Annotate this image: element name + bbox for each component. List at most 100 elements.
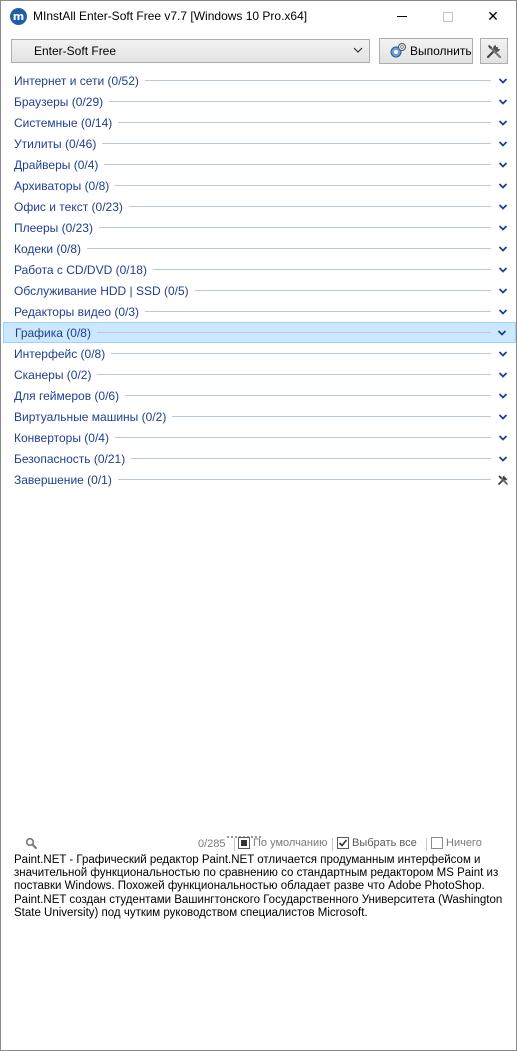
minimize-icon — [397, 16, 407, 17]
chevron-down-icon[interactable] — [497, 432, 509, 444]
category-row[interactable]: Браузеры (0/29) — [3, 91, 516, 112]
status-bar: 0/285 По умолчанию Выбрать все Ничего — [1, 834, 516, 854]
maximize-button[interactable] — [425, 1, 471, 32]
category-divider — [115, 185, 491, 186]
chevron-down-icon[interactable] — [497, 117, 509, 129]
category-divider — [145, 311, 491, 312]
category-row[interactable]: Конверторы (0/4) — [3, 427, 516, 448]
chevron-down-icon[interactable] — [497, 138, 509, 150]
profile-select-value: Enter-Soft Free — [34, 44, 117, 58]
chevron-down-icon[interactable] — [497, 285, 509, 297]
default-option[interactable]: По умолчанию — [238, 837, 327, 849]
default-label: По умолчанию — [253, 837, 328, 849]
category-label: Работа с CD/DVD (0/18) — [14, 262, 147, 277]
chevron-down-icon[interactable] — [497, 180, 509, 192]
chevron-down-icon[interactable] — [497, 369, 509, 381]
app-logo-icon[interactable]: m — [10, 8, 27, 25]
category-divider — [128, 206, 491, 207]
category-divider — [109, 101, 491, 102]
select-all-option[interactable]: Выбрать все — [337, 837, 417, 849]
chevron-down-icon[interactable] — [497, 201, 509, 213]
run-button[interactable]: Выполнить — [379, 38, 473, 64]
category-label: Системные (0/14) — [14, 115, 113, 130]
chevron-down-icon[interactable] — [497, 453, 509, 465]
category-label: Безопасность (0/21) — [14, 451, 126, 466]
category-label: Интернет и сети (0/52) — [14, 73, 139, 88]
category-row[interactable]: Интерфейс (0/8) — [3, 343, 516, 364]
select-all-label: Выбрать все — [352, 837, 417, 849]
close-icon: ✕ — [487, 8, 499, 24]
category-label: Конверторы (0/4) — [14, 430, 109, 445]
separator — [426, 838, 427, 851]
none-checkbox[interactable] — [431, 837, 443, 849]
category-row[interactable]: Утилиты (0/46) — [3, 133, 516, 154]
chevron-down-icon[interactable] — [497, 264, 509, 276]
none-label: Ничего — [446, 837, 482, 849]
search-icon[interactable] — [25, 837, 37, 849]
tools-button[interactable] — [480, 38, 508, 64]
select-all-checkbox[interactable] — [337, 837, 349, 849]
category-row[interactable]: Системные (0/14) — [3, 112, 516, 133]
default-checkbox[interactable] — [238, 837, 250, 849]
title-bar[interactable]: m MInstAll Enter-Soft Free v7.7 [Windows… — [1, 1, 516, 32]
category-row-selected[interactable]: Графика (0/8) — [3, 322, 516, 343]
category-label: Редакторы видео (0/3) — [14, 304, 140, 319]
category-row[interactable]: Плееры (0/23) — [3, 217, 516, 238]
category-label: Виртуальные машины (0/2) — [14, 409, 167, 424]
category-label: Сканеры (0/2) — [14, 367, 92, 382]
category-row[interactable]: Редакторы видео (0/3) — [3, 301, 516, 322]
category-row[interactable]: Обслуживание HDD | SSD (0/5) — [3, 280, 516, 301]
profile-select[interactable]: Enter-Soft Free — [11, 39, 370, 63]
chevron-down-icon[interactable] — [497, 348, 509, 360]
category-label: Браузеры (0/29) — [14, 94, 104, 109]
category-row[interactable]: Интернет и сети (0/52) — [3, 70, 516, 91]
chevron-down-icon[interactable] — [497, 243, 509, 255]
none-option[interactable]: Ничего — [431, 837, 482, 849]
category-row[interactable]: Завершение (0/1) — [3, 469, 516, 490]
chevron-down-icon[interactable] — [497, 222, 509, 234]
category-label: Кодеки (0/8) — [14, 241, 82, 256]
category-divider — [194, 290, 491, 291]
category-row[interactable]: Офис и текст (0/23) — [3, 196, 516, 217]
main-window: m MInstAll Enter-Soft Free v7.7 [Windows… — [0, 0, 517, 1051]
category-label: Утилиты (0/46) — [14, 136, 97, 151]
category-label: Архиваторы (0/8) — [14, 178, 110, 193]
category-divider — [104, 164, 491, 165]
category-row[interactable]: Виртуальные машины (0/2) — [3, 406, 516, 427]
category-row[interactable]: Сканеры (0/2) — [3, 364, 516, 385]
description-text: Paint.NET - Графический редактор Paint.N… — [14, 854, 503, 919]
close-button[interactable]: ✕ — [470, 1, 516, 32]
chevron-down-icon[interactable] — [497, 411, 509, 423]
category-divider — [125, 395, 491, 396]
chevron-down-icon[interactable] — [496, 327, 508, 339]
category-label: Для геймеров (0/6) — [14, 388, 120, 403]
category-row[interactable]: Работа с CD/DVD (0/18) — [3, 259, 516, 280]
chevron-down-icon[interactable] — [497, 96, 509, 108]
category-divider — [97, 374, 491, 375]
tools-icon — [486, 45, 502, 59]
check-icon — [338, 839, 348, 847]
window-title: MInstAll Enter-Soft Free v7.7 [Windows 1… — [33, 9, 308, 23]
selected-count: 0/285 — [198, 838, 226, 850]
separator — [332, 838, 333, 851]
chevron-down-icon[interactable] — [497, 306, 509, 318]
tools-icon[interactable] — [497, 474, 509, 486]
category-divider — [172, 416, 491, 417]
category-row[interactable]: Для геймеров (0/6) — [3, 385, 516, 406]
run-button-label: Выполнить — [410, 44, 472, 58]
minimize-button[interactable] — [379, 1, 425, 32]
chevron-down-icon — [353, 47, 363, 53]
category-divider — [152, 269, 491, 270]
category-divider — [117, 479, 491, 480]
chevron-down-icon[interactable] — [497, 75, 509, 87]
category-divider — [98, 227, 491, 228]
chevron-down-icon[interactable] — [497, 390, 509, 402]
category-list: Интернет и сети (0/52) Браузеры (0/29) С… — [3, 70, 516, 490]
category-row[interactable]: Безопасность (0/21) — [3, 448, 516, 469]
category-label: Плееры (0/23) — [14, 220, 93, 235]
category-row[interactable]: Кодеки (0/8) — [3, 238, 516, 259]
chevron-down-icon[interactable] — [497, 159, 509, 171]
category-row[interactable]: Архиваторы (0/8) — [3, 175, 516, 196]
category-row[interactable]: Драйверы (0/4) — [3, 154, 516, 175]
maximize-icon — [443, 11, 453, 22]
